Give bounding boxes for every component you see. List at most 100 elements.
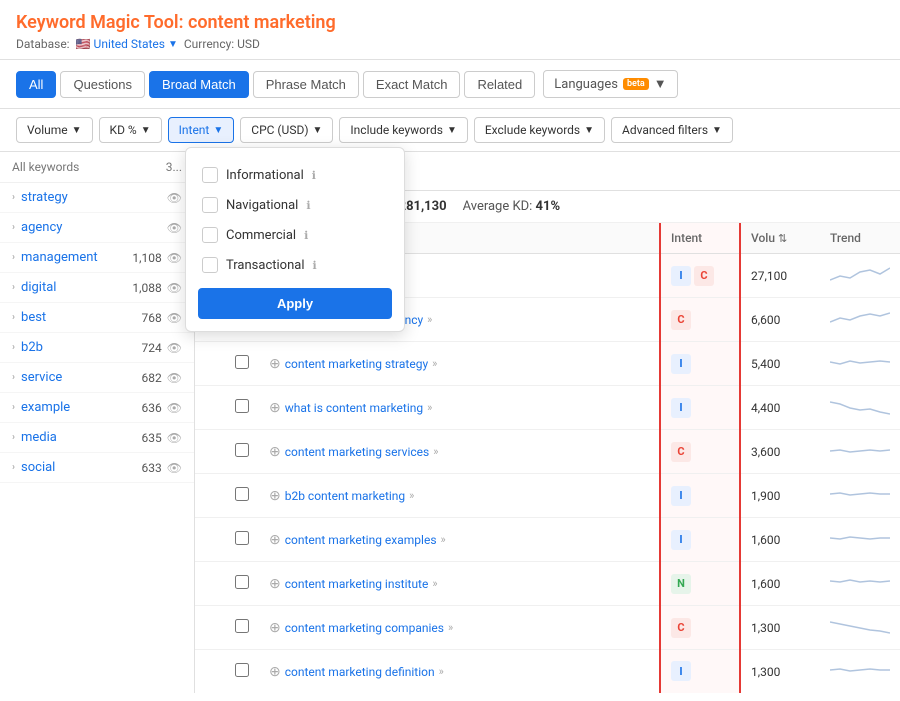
row-expand[interactable] [195, 606, 225, 650]
sidebar-keyword-label: b2b [21, 340, 43, 355]
tab-exact-match[interactable]: Exact Match [363, 71, 461, 98]
volume-sort[interactable]: Volu ⇅ [751, 231, 810, 245]
row-intent: C [660, 606, 740, 650]
filter-include-keywords[interactable]: Include keywords ▼ [339, 117, 467, 143]
row-checkbox[interactable] [225, 342, 259, 386]
row-expand[interactable] [195, 518, 225, 562]
chevron-down-icon: ▼ [712, 125, 722, 136]
apply-button[interactable]: Apply [198, 288, 392, 319]
row-select-checkbox[interactable] [235, 443, 249, 457]
informational-checkbox[interactable] [202, 167, 218, 183]
eye-icon[interactable]: 👁 [167, 461, 182, 475]
row-select-checkbox[interactable] [235, 619, 249, 633]
eye-icon[interactable]: 👁 [167, 251, 182, 265]
row-keyword: ⊕ content marketing examples » [259, 518, 660, 562]
sidebar-item-service[interactable]: › service 682 👁 [0, 363, 194, 393]
transactional-checkbox[interactable] [202, 257, 218, 273]
keyword-link[interactable]: ⊕ b2b content marketing » [269, 488, 649, 504]
info-icon[interactable]: ℹ [312, 169, 316, 182]
info-icon[interactable]: ℹ [313, 259, 317, 272]
row-checkbox[interactable] [225, 518, 259, 562]
info-icon[interactable]: ℹ [304, 229, 308, 242]
keyword-link[interactable]: ⊕ content marketing services » [269, 444, 649, 460]
languages-button[interactable]: Languages beta ▼ [543, 70, 677, 98]
filter-advanced[interactable]: Advanced filters ▼ [611, 117, 733, 143]
sidebar-item-b2b[interactable]: › b2b 724 👁 [0, 333, 194, 363]
eye-icon[interactable]: 👁 [167, 341, 182, 355]
eye-icon[interactable]: 👁 [167, 401, 182, 415]
row-select-checkbox[interactable] [235, 575, 249, 589]
sidebar-item-best[interactable]: › best 768 👁 [0, 303, 194, 333]
row-checkbox[interactable] [225, 430, 259, 474]
row-checkbox[interactable] [225, 386, 259, 430]
tab-broad-match[interactable]: Broad Match [149, 71, 249, 98]
filter-cpc[interactable]: CPC (USD) ▼ [240, 117, 333, 143]
keyword-link[interactable]: ⊕ content marketing examples » [269, 532, 649, 548]
sidebar-item-digital[interactable]: › digital 1,088 👁 [0, 273, 194, 303]
tab-questions[interactable]: Questions [60, 71, 145, 98]
row-checkbox[interactable] [225, 562, 259, 606]
sidebar-item-social[interactable]: › social 633 👁 [0, 453, 194, 483]
filter-volume[interactable]: Volume ▼ [16, 117, 93, 143]
commercial-checkbox[interactable] [202, 227, 218, 243]
sidebar-item-agency[interactable]: › agency 👁 [0, 213, 194, 243]
keyword-link[interactable]: ⊕ content marketing strategy » [269, 356, 649, 372]
col-volume[interactable]: Volu ⇅ [740, 223, 820, 254]
row-expand[interactable] [195, 386, 225, 430]
row-expand[interactable] [195, 430, 225, 474]
plus-circle-icon: ⊕ [269, 576, 281, 592]
row-checkbox[interactable] [225, 474, 259, 518]
eye-icon[interactable]: 👁 [167, 221, 182, 235]
keyword-link[interactable]: ⊕ content marketing definition » [269, 664, 649, 680]
row-expand[interactable] [195, 342, 225, 386]
table-row: ⊕ content marketing definition » I 1,300 [195, 650, 900, 694]
row-checkbox[interactable] [225, 606, 259, 650]
trend-chart [830, 482, 890, 506]
intent-option-commercial[interactable]: Commercial ℹ [198, 220, 392, 250]
intent-option-navigational[interactable]: Navigational ℹ [198, 190, 392, 220]
trend-chart [830, 306, 890, 330]
filter-intent[interactable]: Intent ▼ [168, 117, 235, 143]
navigational-checkbox[interactable] [202, 197, 218, 213]
row-expand[interactable] [195, 474, 225, 518]
row-volume: 3,600 [740, 430, 820, 474]
row-select-checkbox[interactable] [235, 399, 249, 413]
info-icon[interactable]: ℹ [306, 199, 310, 212]
avg-kd: Average KD: 41% [463, 199, 561, 214]
intent-option-transactional[interactable]: Transactional ℹ [198, 250, 392, 280]
eye-icon[interactable]: 👁 [167, 281, 182, 295]
sidebar-item-strategy[interactable]: › strategy 👁 [0, 183, 194, 213]
sidebar-keyword-label: management [21, 250, 98, 265]
tab-related[interactable]: Related [464, 71, 535, 98]
tab-phrase-match[interactable]: Phrase Match [253, 71, 359, 98]
eye-icon[interactable]: 👁 [167, 191, 182, 205]
sidebar-item-media[interactable]: › media 635 👁 [0, 423, 194, 453]
keyword-link[interactable]: ⊕ content marketing institute » [269, 576, 649, 592]
row-expand[interactable] [195, 650, 225, 694]
intent-badge-C: C [671, 310, 691, 330]
sidebar-item-management[interactable]: › management 1,108 👁 [0, 243, 194, 273]
row-select-checkbox[interactable] [235, 531, 249, 545]
double-arrow-icon: » [432, 357, 437, 370]
country-selector[interactable]: 🇺🇸 United States ▼ [76, 37, 178, 51]
plus-circle-icon: ⊕ [269, 488, 281, 504]
filter-kd[interactable]: KD % ▼ [99, 117, 162, 143]
tab-all[interactable]: All [16, 71, 56, 98]
eye-icon[interactable]: 👁 [167, 311, 182, 325]
sidebar-keyword-count: 724 [142, 341, 162, 355]
filter-exclude-keywords[interactable]: Exclude keywords ▼ [474, 117, 605, 143]
eye-icon[interactable]: 👁 [167, 431, 182, 445]
row-expand[interactable] [195, 562, 225, 606]
trend-chart [830, 262, 890, 286]
keyword-link[interactable]: ⊕ content marketing companies » [269, 620, 649, 636]
row-select-checkbox[interactable] [235, 355, 249, 369]
row-select-checkbox[interactable] [235, 487, 249, 501]
intent-option-informational[interactable]: Informational ℹ [198, 160, 392, 190]
sidebar-item-example[interactable]: › example 636 👁 [0, 393, 194, 423]
row-checkbox[interactable] [225, 650, 259, 694]
row-select-checkbox[interactable] [235, 663, 249, 677]
keyword-link[interactable]: ⊕ what is content marketing » [269, 400, 649, 416]
eye-icon[interactable]: 👁 [167, 371, 182, 385]
title-static: Keyword Magic Tool: [16, 12, 183, 33]
page-title: Keyword Magic Tool: content marketing [16, 12, 884, 33]
